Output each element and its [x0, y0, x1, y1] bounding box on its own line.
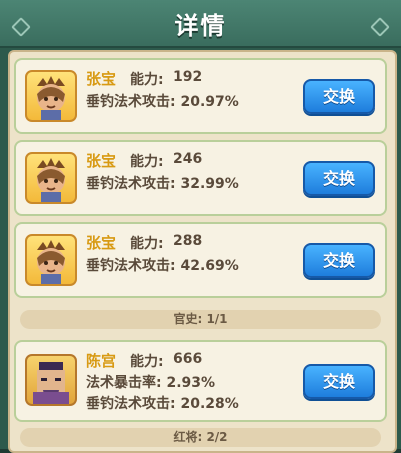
- strategist-portrait-icon: [33, 362, 69, 404]
- window-header: 详情: [0, 0, 401, 48]
- general-avatar: [25, 152, 77, 204]
- swap-button[interactable]: 交换: [303, 79, 375, 114]
- warrior-portrait-icon: [37, 76, 65, 120]
- general-avatar: [25, 70, 77, 122]
- section-divider: 官史: 1/1: [20, 310, 381, 329]
- swap-button[interactable]: 交换: [303, 161, 375, 196]
- ability-value: 246: [173, 151, 203, 167]
- ability-value: 288: [173, 233, 203, 249]
- general-card: 张宝 能力: 192 垂钓法术攻击: 20.97% 交换: [14, 58, 387, 134]
- ability-value: 192: [173, 69, 203, 85]
- ability-label: 能力:: [130, 354, 164, 370]
- ability-label: 能力:: [130, 72, 164, 88]
- section-divider: 红将: 2/2: [20, 428, 381, 447]
- warrior-portrait-icon: [37, 158, 65, 202]
- general-name: 陈宫: [86, 352, 117, 370]
- swap-button[interactable]: 交换: [303, 364, 375, 399]
- ability-label: 能力:: [130, 154, 164, 170]
- general-card: 陈宫 能力: 666 法术暴击率: 2.93% 垂钓法术攻击: 20.28% 交…: [14, 340, 387, 422]
- general-avatar: [25, 354, 77, 406]
- warrior-portrait-icon: [37, 240, 65, 284]
- ability-label: 能力:: [130, 236, 164, 252]
- ability-value: 666: [173, 351, 203, 367]
- general-name: 张宝: [86, 234, 117, 252]
- swap-button[interactable]: 交换: [303, 243, 375, 278]
- general-name: 张宝: [86, 152, 117, 170]
- stat-line: 垂钓法术攻击: 20.28%: [86, 396, 239, 412]
- general-card: 张宝 能力: 288 垂钓法术攻击: 42.69% 交换: [14, 222, 387, 298]
- detail-window: 详情 张宝 能力: 192 垂钓法术攻击: 20.97% 交换 张宝 能力: 2…: [0, 0, 401, 453]
- page-title: 详情: [174, 12, 227, 40]
- stat-line: 法术暴击率: 2.93%: [86, 375, 216, 391]
- stat-line: 垂钓法术攻击: 42.69%: [86, 258, 239, 274]
- general-card: 张宝 能力: 246 垂钓法术攻击: 32.99% 交换: [14, 140, 387, 216]
- general-avatar: [25, 234, 77, 286]
- general-name: 张宝: [86, 70, 117, 88]
- stat-line: 垂钓法术攻击: 20.97%: [86, 94, 239, 110]
- stat-line: 垂钓法术攻击: 32.99%: [86, 176, 239, 192]
